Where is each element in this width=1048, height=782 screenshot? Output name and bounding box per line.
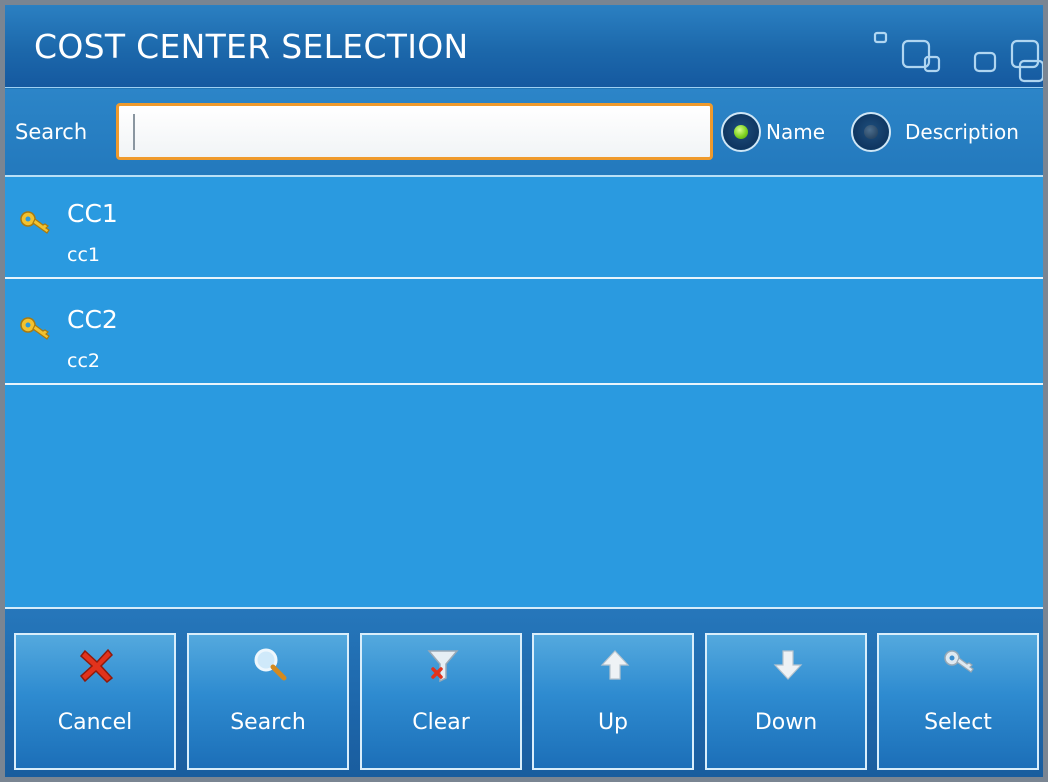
cancel-icon xyxy=(79,648,114,684)
cancel-button-label: Cancel xyxy=(57,710,133,735)
arrow-down-icon xyxy=(773,650,803,680)
radio-selected-dot xyxy=(734,125,748,139)
title-bar: COST CENTER SELECTION xyxy=(5,5,1043,88)
search-button-label: Search xyxy=(230,710,306,735)
radio-description[interactable] xyxy=(851,112,891,152)
key-icon xyxy=(20,317,50,340)
radio-unselected-dot xyxy=(864,125,878,139)
filter-clear-icon xyxy=(427,650,459,683)
action-toolbar: Cancel Search Clear Up Down Select xyxy=(5,609,1043,777)
magnifier-icon xyxy=(254,648,287,681)
clear-button[interactable]: Clear xyxy=(360,633,522,770)
up-button-label: Up xyxy=(597,710,629,735)
list-item[interactable]: CC1 cc1 xyxy=(5,177,1043,279)
item-name: CC2 xyxy=(67,305,118,334)
item-description: cc1 xyxy=(67,244,100,266)
cost-center-list: CC1 cc1 CC2 cc2 xyxy=(5,177,1043,608)
search-button[interactable]: Search xyxy=(187,633,349,770)
dialog-window: COST CENTER SELECTION Search Name Descri… xyxy=(5,5,1043,777)
key-icon xyxy=(20,211,50,234)
down-button[interactable]: Down xyxy=(705,633,867,770)
item-name: CC1 xyxy=(67,199,118,228)
list-item[interactable]: CC2 cc2 xyxy=(5,283,1043,385)
cancel-button[interactable]: Cancel xyxy=(14,633,176,770)
search-bar: Search Name Description xyxy=(5,89,1043,177)
radio-name-label[interactable]: Name xyxy=(766,120,825,144)
select-button[interactable]: Select xyxy=(877,633,1039,770)
radio-name[interactable] xyxy=(721,112,761,152)
key-icon xyxy=(944,650,974,673)
arrow-up-icon xyxy=(600,650,630,680)
select-button-label: Select xyxy=(924,710,992,735)
search-label: Search xyxy=(15,120,88,144)
up-button[interactable]: Up xyxy=(532,633,694,770)
window-decoration-icon xyxy=(873,31,1043,83)
radio-description-label[interactable]: Description xyxy=(905,120,1019,144)
clear-button-label: Clear xyxy=(412,710,470,735)
down-button-label: Down xyxy=(754,710,818,735)
search-input[interactable] xyxy=(116,103,713,160)
item-description: cc2 xyxy=(67,350,100,372)
text-cursor xyxy=(133,114,135,150)
dialog-title: COST CENTER SELECTION xyxy=(34,27,469,66)
